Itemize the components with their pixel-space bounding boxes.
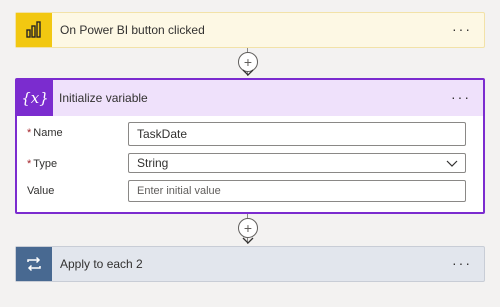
trigger-title: On Power BI button clicked [60, 23, 205, 37]
insert-step-button[interactable]: + [238, 218, 258, 238]
variable-icon: {x} [17, 80, 53, 116]
arrow-down-icon [242, 69, 254, 76]
trigger-more-options-button[interactable]: ··· [452, 13, 472, 45]
initialize-variable-card: {x} Initialize variable ··· * Name TaskDa… [15, 78, 485, 214]
initialize-variable-title: Initialize variable [59, 91, 148, 105]
initialize-variable-header[interactable]: {x} Initialize variable ··· [17, 80, 483, 116]
name-row: * Name TaskDate [17, 122, 483, 148]
variable-type-value: String [137, 156, 169, 170]
type-row: * Type String [17, 153, 483, 179]
type-label: * Type [27, 158, 58, 170]
apply-more-options-button[interactable]: ··· [452, 247, 472, 279]
name-label: * Name [27, 127, 63, 139]
variable-value-input[interactable]: Enter initial value [128, 180, 466, 202]
power-bi-icon [16, 13, 52, 47]
value-label: Value [27, 185, 55, 197]
apply-to-each-card[interactable]: Apply to each 2 ··· [15, 246, 485, 282]
arrow-down-icon [242, 237, 254, 244]
chevron-down-icon [446, 160, 458, 167]
value-row: Value Enter initial value [17, 180, 483, 206]
connector: + [238, 214, 258, 246]
apply-to-each-title: Apply to each 2 [60, 257, 143, 271]
trigger-card-power-bi[interactable]: On Power BI button clicked ··· [15, 12, 485, 48]
variable-more-options-button[interactable]: ··· [451, 80, 471, 114]
connector: + [238, 48, 258, 78]
variable-name-input[interactable]: TaskDate [128, 122, 466, 146]
loop-icon [16, 247, 52, 281]
variable-type-select[interactable]: String [128, 153, 466, 173]
